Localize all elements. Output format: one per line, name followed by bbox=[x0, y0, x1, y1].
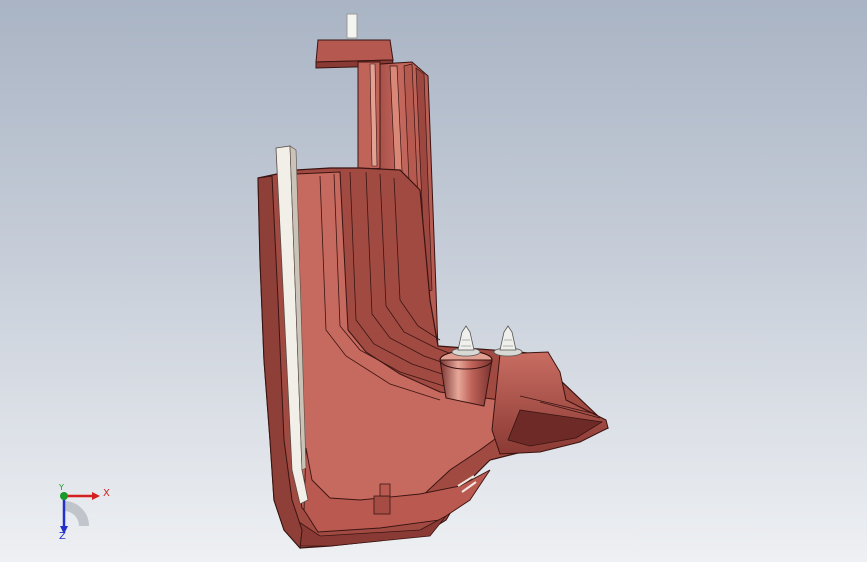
right-flange bbox=[491, 351, 609, 455]
3d-model-part[interactable] bbox=[0, 0, 867, 562]
boss-cylinder bbox=[439, 350, 493, 407]
clip-left bbox=[451, 325, 481, 357]
z-axis-label: Z bbox=[59, 531, 66, 542]
graphics-viewport[interactable]: X Y Z bbox=[0, 0, 867, 562]
clip-right bbox=[493, 325, 523, 357]
x-axis-label: X bbox=[103, 488, 110, 499]
main-body bbox=[257, 61, 609, 550]
coordinate-triad: X Y Z bbox=[40, 478, 120, 548]
y-axis-label: Y bbox=[59, 483, 64, 492]
